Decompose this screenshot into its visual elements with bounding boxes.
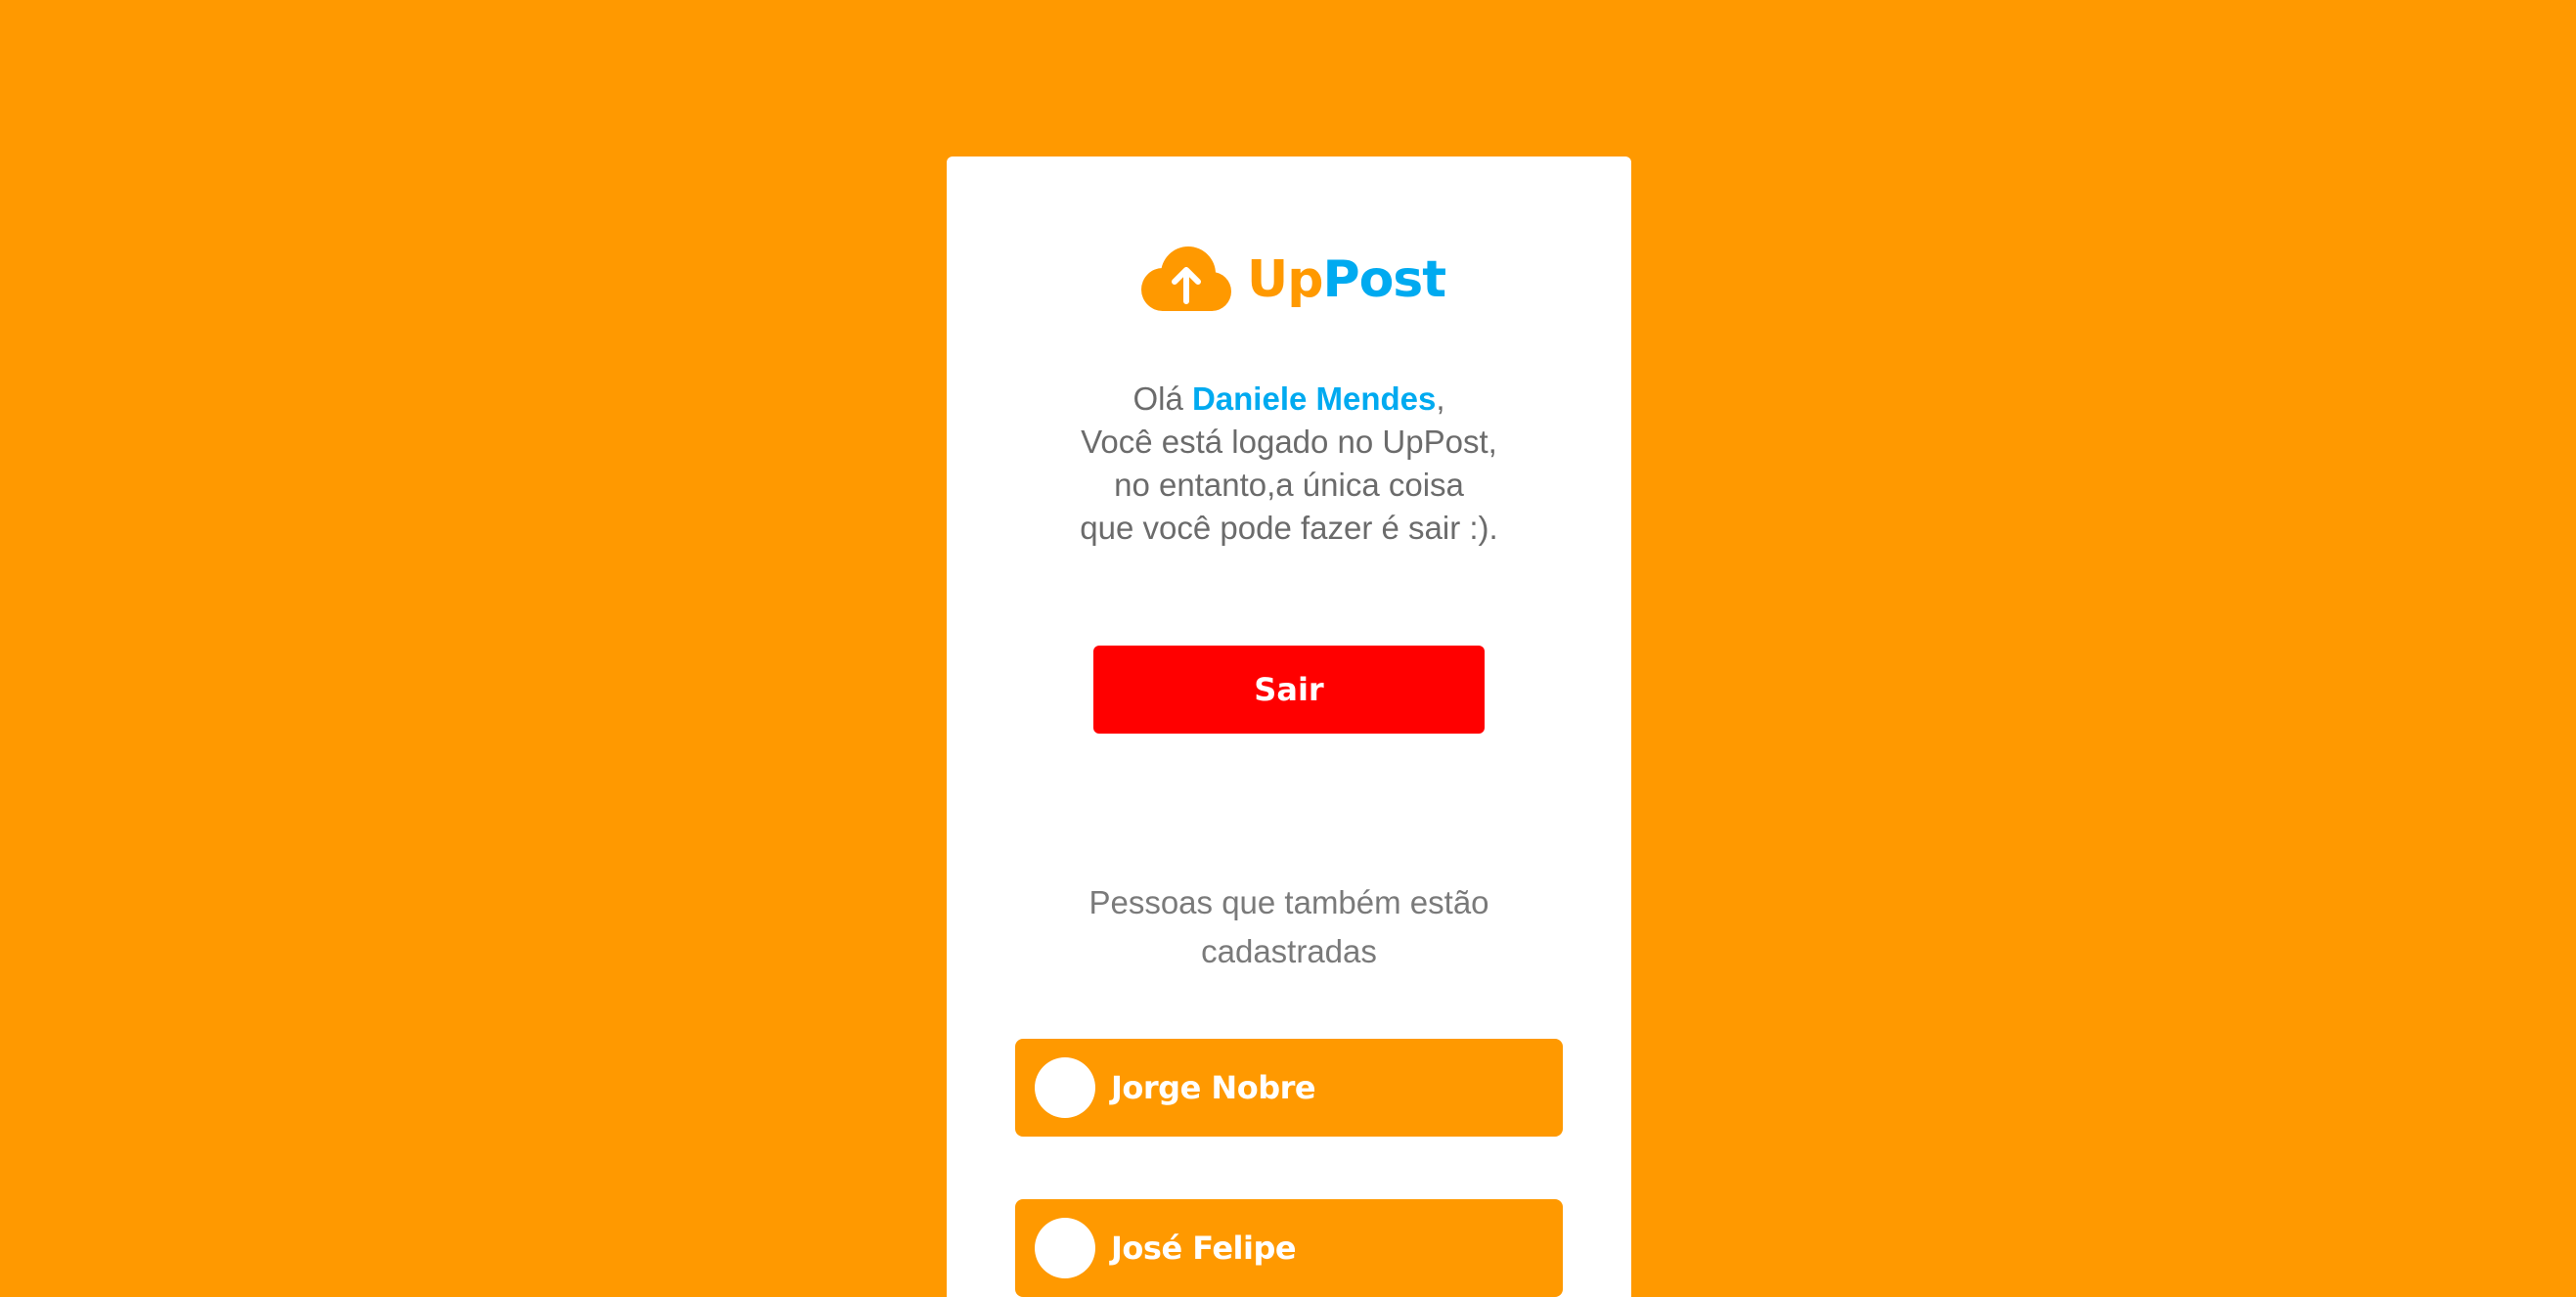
greeting-line-3: no entanto,a única coisa [1114,467,1464,503]
cloud-upload-icon [1137,245,1235,315]
avatar [1035,1218,1095,1278]
user-list-item-name: Jorge Nobre [1111,1069,1316,1106]
greeting-comma: , [1436,380,1445,417]
user-list-item[interactable]: José Felipe [1015,1199,1563,1297]
greeting-message: Olá Daniele Mendes, Você está logado no … [947,378,1631,550]
page: UpPost Olá Daniele Mendes, Você está log… [0,0,2576,1297]
brand-name: UpPost [1247,254,1446,305]
registered-users-heading-line-2: cadastradas [1201,933,1377,969]
greeting-line-1: Olá Daniele Mendes, [947,378,1631,421]
greeting-line-2: Você está logado no UpPost, [1081,424,1497,460]
uppost-logo: UpPost [1137,243,1446,317]
avatar [1035,1057,1095,1118]
greeting-hello: Olá [1133,380,1183,417]
brand-name-post: Post [1322,250,1446,309]
registered-users-heading-line-1: Pessoas que também estão [1088,884,1489,920]
brand-name-up: Up [1247,250,1323,309]
logged-user-name: Daniele Mendes [1191,380,1437,417]
user-list-item[interactable]: Jorge Nobre [1015,1039,1563,1137]
logout-button[interactable]: Sair [1093,646,1485,734]
greeting-line-4: que você pode fazer é sair :). [1080,510,1498,546]
user-list-item-name: José Felipe [1111,1230,1297,1267]
registered-users-heading: Pessoas que também estão cadastradas [947,878,1631,976]
session-card: UpPost Olá Daniele Mendes, Você está log… [947,157,1631,1297]
